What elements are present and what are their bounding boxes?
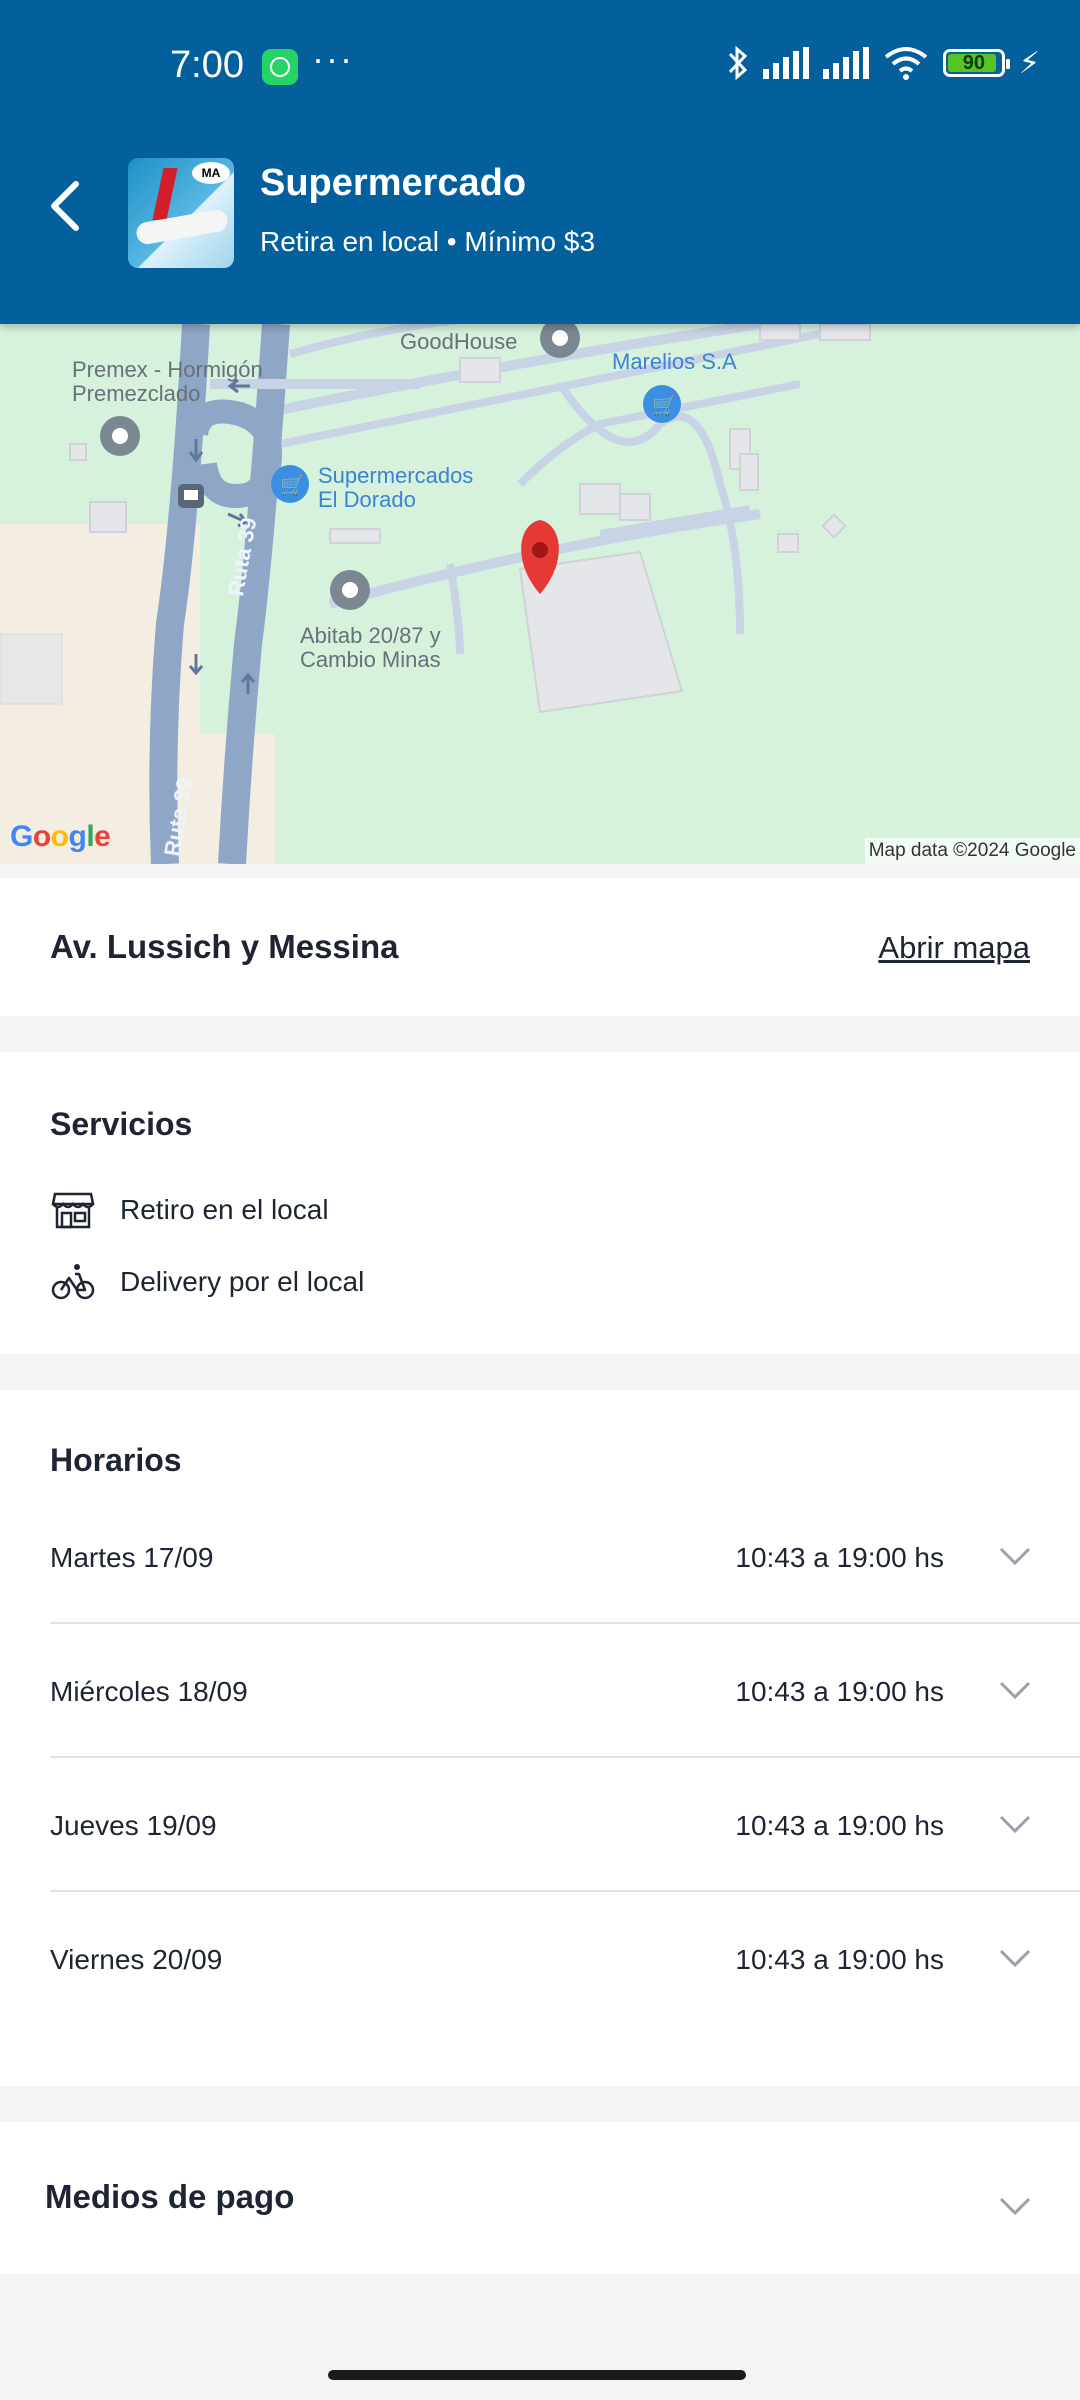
hours-day: Miércoles 18/09: [50, 1676, 248, 1707]
chevron-down-icon: [999, 1681, 1031, 1700]
hours-row[interactable]: Miércoles 18/09 10:43 a 19:00 hs: [50, 1624, 1080, 1758]
map-label-marelios: Marelios S.A: [612, 349, 737, 374]
status-icons: 90 ⚡: [727, 44, 1040, 82]
payment-methods-title: Medios de pago: [45, 2178, 295, 2215]
service-item-pickup: Retiro en el local: [50, 1188, 329, 1232]
store-thumbnail: MA: [128, 158, 234, 268]
chevron-down-icon: [999, 2197, 1031, 2216]
signal-1-icon: [762, 47, 809, 79]
svg-text:🛒: 🛒: [280, 473, 305, 497]
map-label-abitab: Abitab 20/87 y: [300, 623, 441, 648]
map-attribution: Map data ©2024 Google: [864, 838, 1080, 864]
bicycle-icon: [50, 1260, 96, 1304]
google-logo: Google: [10, 820, 111, 853]
back-button[interactable]: [42, 176, 92, 236]
hours-time: 10:43 a 19:00 hs: [735, 1810, 944, 1841]
payment-methods-card[interactable]: Medios de pago: [0, 2122, 1080, 2274]
hours-row[interactable]: Martes 17/09 10:43 a 19:00 hs: [50, 1490, 1080, 1624]
battery-icon: 90: [942, 49, 1010, 77]
hours-day: Jueves 19/09: [50, 1810, 217, 1841]
bluetooth-icon: [727, 44, 749, 82]
thumbnail-text: MA: [192, 162, 230, 184]
store-subtitle: Retira en local • Mínimo $3: [260, 226, 596, 257]
hours-time: 10:43 a 19:00 hs: [735, 1542, 944, 1573]
hours-time: 10:43 a 19:00 hs: [735, 1676, 944, 1707]
open-map-link[interactable]: Abrir mapa: [878, 930, 1030, 966]
map-label-premex-2: Premezclado: [72, 381, 201, 406]
map-label-supermercados: Supermercados: [318, 463, 474, 488]
wifi-icon: [883, 45, 929, 81]
signal-2-icon: [822, 47, 869, 79]
charging-icon: ⚡: [1018, 46, 1040, 80]
map-label-el-dorado: El Dorado: [318, 487, 416, 512]
hours-day: Viernes 20/09: [50, 1944, 223, 1975]
hours-row[interactable]: Viernes 20/09 10:43 a 19:00 hs: [50, 1892, 1080, 2026]
services-card: Servicios Retiro en el local Delivery po…: [0, 1052, 1080, 1354]
chevron-down-icon: [999, 1949, 1031, 1968]
more-notifications-icon: ···: [312, 38, 354, 79]
store-title: Supermercado: [260, 162, 527, 204]
store-address: Av. Lussich y Messina: [50, 928, 399, 965]
address-card: Av. Lussich y Messina Abrir mapa: [0, 878, 1080, 1016]
hours-day: Martes 17/09: [50, 1542, 214, 1573]
chevron-down-icon: [999, 1547, 1031, 1566]
map-label-cambio-minas: Cambio Minas: [300, 647, 441, 672]
hours-title: Horarios: [50, 1442, 182, 1478]
store-map[interactable]: 🛒 🛒 Premex - Hormigón Premezclado GoodHo…: [0, 324, 1080, 864]
status-time: 7:00: [170, 44, 244, 86]
whatsapp-icon: [262, 49, 298, 85]
hours-time: 10:43 a 19:00 hs: [735, 1944, 944, 1975]
hours-row[interactable]: Jueves 19/09 10:43 a 19:00 hs: [50, 1758, 1080, 1892]
service-label-delivery: Delivery por el local: [120, 1266, 365, 1297]
svg-text:🛒: 🛒: [652, 393, 677, 417]
app-header: 7:00 ··· 90 ⚡ MA Supermercado Retira en …: [0, 0, 1080, 324]
store-icon: [50, 1188, 96, 1232]
map-label-goodhouse: GoodHouse: [400, 329, 518, 354]
service-item-delivery: Delivery por el local: [50, 1260, 364, 1304]
map-label-premex: Premex - Hormigón: [72, 357, 263, 382]
chevron-down-icon: [999, 1815, 1031, 1834]
hours-card: Horarios Martes 17/09 10:43 a 19:00 hs M…: [0, 1390, 1080, 2086]
service-label-pickup: Retiro en el local: [120, 1194, 329, 1225]
home-indicator[interactable]: [328, 2370, 746, 2380]
chevron-left-icon: [51, 181, 79, 231]
services-title: Servicios: [50, 1106, 193, 1142]
battery-level: 90: [962, 51, 986, 74]
